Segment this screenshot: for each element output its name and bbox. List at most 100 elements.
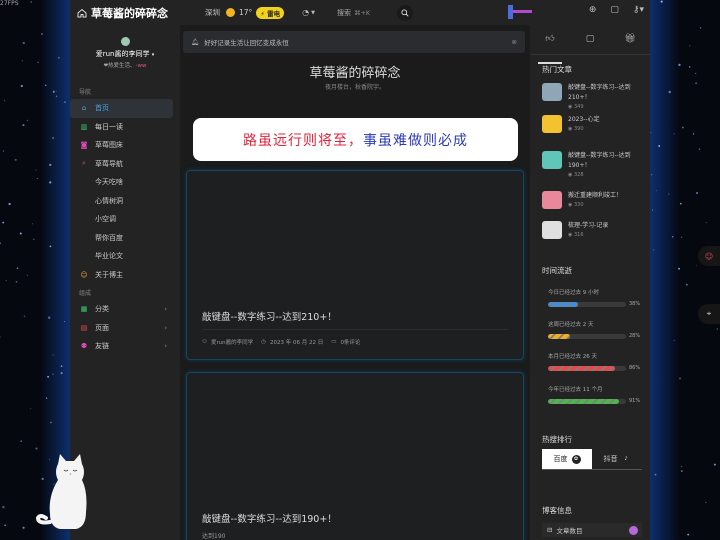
star-dot <box>44 84 47 87</box>
sidebar-subitem[interactable]: 心情树洞 <box>70 192 173 211</box>
sidebar-subitem[interactable]: 今天吃啥 <box>70 173 173 192</box>
hot-post-title[interactable]: 梳理-学习-记录 <box>568 221 648 231</box>
hot-post-title[interactable]: 敲键盘--数字练习--达到190+！ <box>568 151 648 171</box>
add-icon[interactable]: ⊕ <box>589 5 597 15</box>
tab-gift-icon[interactable]: 🎁︎ <box>615 34 645 54</box>
post-card[interactable]: 敲键盘--数字练习--达到210+！ ⚇ 爱run酱的李同学 ◷ 2023 年 … <box>186 170 524 360</box>
notice-bar[interactable]: 🔔︎ 好好记录生活让回忆变成永恒 ⊗ <box>183 31 525 53</box>
search-icon: ⌕ <box>82 159 86 168</box>
right-tabs: 👍︎ ▢ 🎁︎ <box>530 25 650 64</box>
sidebar-item[interactable]: ⌕ 草莓导航 <box>70 155 173 174</box>
sidebar-item[interactable]: ▥ 每日一读 <box>70 118 173 137</box>
sidebar-item-label: 友链 <box>95 342 109 351</box>
weather-temperature: 17° <box>239 8 253 17</box>
post-thumbnail[interactable] <box>542 115 562 133</box>
star-dot <box>673 133 675 135</box>
hot-post-item[interactable]: 敲键盘--数字练习--达到210+！ ◉ 349 <box>542 83 648 110</box>
message-icon[interactable]: ▢ <box>610 5 619 15</box>
blog-title: 草莓酱的碎碎念 <box>309 66 401 81</box>
post-author[interactable]: 爱run酱的李同学 <box>211 338 253 346</box>
post-thumbnail[interactable] <box>542 83 562 101</box>
hot-post-views: ◉ 316 <box>568 232 648 238</box>
star-dot <box>713 463 716 466</box>
hot-post-title[interactable]: 2023--心定 <box>568 115 648 125</box>
sidebar-item[interactable]: ⌂ 首页 <box>70 99 173 118</box>
grid-icon: ▦ <box>80 305 88 314</box>
motto-suffix: -ww <box>135 63 147 69</box>
star-dot <box>687 533 690 536</box>
motto-part-1: 路虽远行则将至， <box>243 132 363 149</box>
post-thumbnail[interactable] <box>542 221 562 239</box>
home-icon[interactable] <box>77 8 87 18</box>
star-dot <box>0 242 1 245</box>
home-icon: ⌂ <box>81 104 87 113</box>
star-dot <box>50 421 52 424</box>
star-dot <box>35 447 38 450</box>
hot-post-item[interactable]: 搬迁重建顺利竣工！ ◉ 330 <box>542 191 648 209</box>
star-dot <box>64 101 66 103</box>
post-title[interactable]: 敲键盘--数字练习--达到190+！ <box>202 511 337 525</box>
sidebar-subitem[interactable]: 小空调 <box>70 210 173 229</box>
star-dot <box>699 27 702 29</box>
close-icon[interactable]: ⊗ <box>512 38 517 46</box>
search-label[interactable]: 搜索 <box>337 8 351 18</box>
site-title[interactable]: 草莓酱的碎碎念 <box>91 5 168 21</box>
star-dot <box>680 236 683 238</box>
hot-post-views-value: 316 <box>573 232 584 238</box>
sidebar-item[interactable]: ◙ 草莓图床 <box>70 136 173 155</box>
tab-comment-icon[interactable]: ▢ <box>575 34 605 54</box>
hot-post-item[interactable]: 梳理-学习-记录 ◉ 316 <box>542 221 648 239</box>
post-excerpt: 达到190 <box>202 533 226 540</box>
post-comments[interactable]: 0条评论 <box>340 338 360 346</box>
sidebar-subitem[interactable]: 帮你百度 <box>70 229 173 248</box>
sidebar-item[interactable]: ▦ 分类 › <box>70 300 173 319</box>
star-dot <box>695 72 697 74</box>
star-dot <box>653 249 655 251</box>
sidebar-item[interactable]: ☺ 关于博主 <box>70 266 173 285</box>
search-button[interactable] <box>397 4 414 21</box>
star-dot <box>650 132 652 133</box>
post-card[interactable]: 敲键盘--数字练习--达到190+！ 达到190 <box>186 372 524 540</box>
star-dot <box>15 280 18 283</box>
main-content: 🔔︎ 好好记录生活让回忆变成永恒 ⊗ 草莓酱的碎碎念 夜月楼台，秋香院宇。 路虽… <box>180 25 530 540</box>
hot-post-item[interactable]: 敲键盘--数字练习--达到190+！ ◉ 328 <box>542 151 648 178</box>
theme-menu[interactable]: ◔ ▼ <box>302 8 315 17</box>
motto-prefix: ❤热爱生活、 <box>103 63 136 69</box>
sidebar-subitem[interactable]: 毕业论文 <box>70 247 173 266</box>
rank-tab-baidu[interactable]: 百度 ✿ <box>542 449 592 469</box>
time-heading: 时间流逝 <box>542 266 572 275</box>
floating-emoji-button[interactable]: ☺ <box>698 246 720 266</box>
sidebar-item-label: 每日一读 <box>95 122 123 131</box>
star-dot <box>673 339 675 341</box>
star-dot <box>30 408 32 410</box>
sidebar-item[interactable]: ⚉ 友链 › <box>70 337 173 356</box>
hot-post-title[interactable]: 搬迁重建顺利竣工！ <box>568 191 648 201</box>
avatar[interactable] <box>120 37 130 46</box>
progress-bar <box>548 365 626 371</box>
hot-post-item[interactable]: 2023--心定 ◉ 390 <box>542 115 648 133</box>
star-dot <box>680 465 683 468</box>
post-title[interactable]: 敲键盘--数字练习--达到210+！ <box>202 309 337 323</box>
hot-post-title[interactable]: 敲键盘--数字练习--达到210+！ <box>568 83 648 103</box>
hot-post-text: 梳理-学习-记录 ◉ 316 <box>568 221 648 239</box>
rank-tabs: 百度 ✿ 抖音 ♪ <box>542 449 642 470</box>
star-dot <box>36 177 38 179</box>
hot-post-views-value: 349 <box>573 104 584 110</box>
floating-location-button[interactable]: ⌖ <box>698 304 720 324</box>
star-dot <box>52 137 54 139</box>
post-thumbnail[interactable] <box>542 151 562 169</box>
star-dot <box>19 232 22 235</box>
star-dot <box>2 505 5 509</box>
rank-tab-label: 百度 <box>553 455 568 463</box>
post-thumbnail[interactable] <box>542 191 562 209</box>
rank-tab-douyin[interactable]: 抖音 ♪ <box>592 449 642 469</box>
sidebar-item[interactable]: ▤ 页面 › <box>70 319 173 338</box>
username[interactable]: 爱run酱的李同学 ▾ <box>70 49 180 59</box>
star-dot <box>695 82 698 85</box>
tab-thumbs-up-icon[interactable]: 👍︎ <box>535 34 565 64</box>
time-progress-label: 这周已经过去 2 天 <box>548 322 594 328</box>
key-icon[interactable]: ⚷▾ <box>633 5 644 15</box>
star-dot <box>20 440 22 442</box>
chevron-down-icon: ▾ <box>151 52 155 58</box>
star-dot <box>678 267 681 270</box>
